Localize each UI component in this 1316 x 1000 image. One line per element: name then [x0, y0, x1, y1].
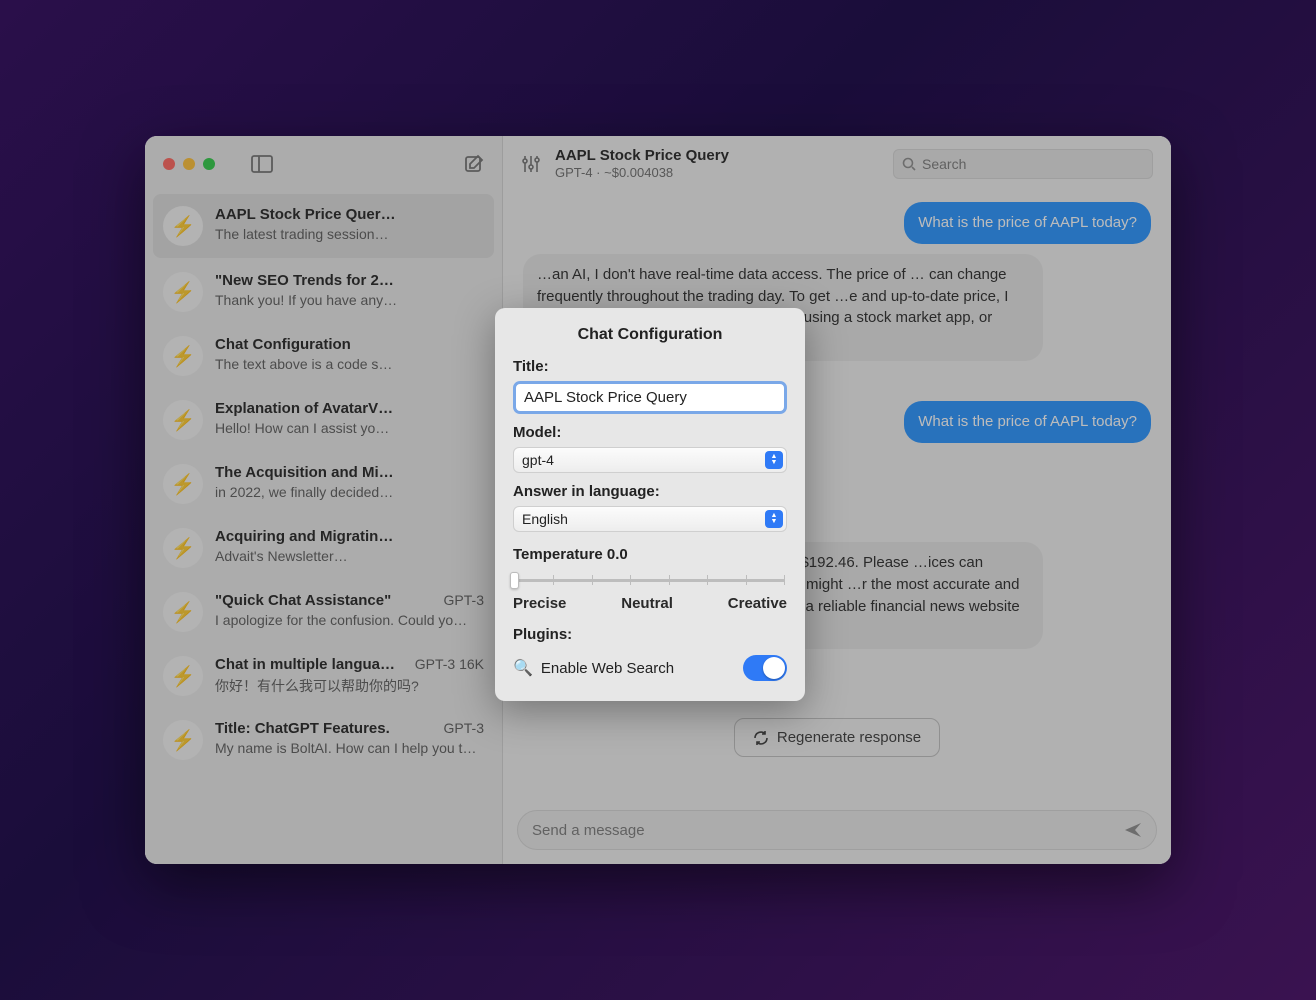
plugin-web-label: Enable Web Search: [541, 660, 674, 677]
plugin-row: 🔍 Enable Web Search: [513, 655, 787, 681]
temperature-slider[interactable]: [513, 573, 787, 587]
slider-label-creative: Creative: [728, 595, 787, 612]
title-input[interactable]: [513, 381, 787, 414]
model-label: Model:: [513, 424, 787, 441]
slider-label-precise: Precise: [513, 595, 566, 612]
magnifier-icon: 🔍: [513, 658, 533, 678]
language-label: Answer in language:: [513, 483, 787, 500]
chevron-updown-icon: ▲▼: [765, 451, 783, 469]
slider-thumb[interactable]: [510, 572, 519, 589]
model-select[interactable]: gpt-4 ▲▼: [513, 447, 787, 473]
modal-title: Chat Configuration: [513, 326, 787, 344]
language-select[interactable]: English ▲▼: [513, 506, 787, 532]
chevron-updown-icon: ▲▼: [765, 510, 783, 528]
plugins-label: Plugins:: [513, 626, 787, 643]
chat-config-modal: Chat Configuration Title: Model: gpt-4 ▲…: [495, 308, 805, 701]
app-window: ⚡ AAPL Stock Price Quer… The latest trad…: [145, 136, 1171, 864]
slider-label-neutral: Neutral: [621, 595, 673, 612]
temperature-label: Temperature 0.0: [513, 546, 787, 563]
web-search-toggle[interactable]: [743, 655, 787, 681]
title-label: Title:: [513, 358, 787, 375]
